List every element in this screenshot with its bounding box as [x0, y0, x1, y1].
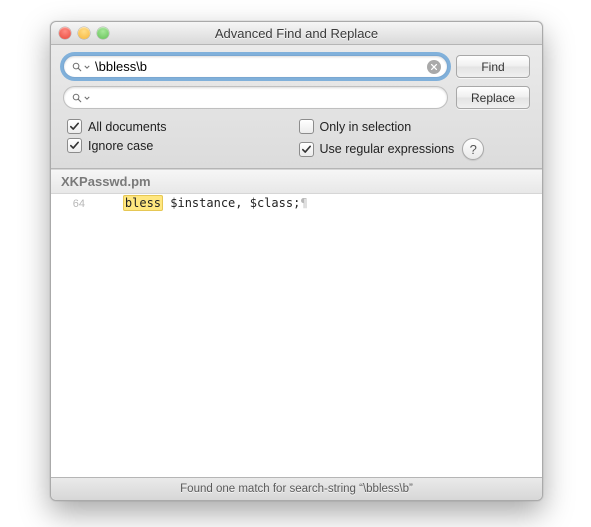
history-dropdown-icon[interactable] [83, 95, 91, 101]
replace-field[interactable] [63, 86, 448, 109]
checkbox-label: Ignore case [88, 139, 153, 153]
match-highlight: bless [123, 195, 163, 211]
only-in-selection-checkbox[interactable]: Only in selection [299, 119, 531, 134]
checkbox-icon [67, 119, 82, 134]
checkbox-icon [299, 142, 314, 157]
result-file-header[interactable]: XKPasswd.pm [51, 169, 542, 194]
all-documents-checkbox[interactable]: All documents [67, 119, 299, 134]
zoom-icon[interactable] [97, 27, 109, 39]
replace-button[interactable]: Replace [456, 86, 530, 109]
line-number: 64 [55, 198, 95, 210]
traffic-lights [51, 27, 109, 39]
find-field[interactable] [63, 55, 448, 78]
close-icon[interactable] [59, 27, 71, 39]
help-button[interactable]: ? [462, 138, 484, 160]
search-options: All documents Ignore case Only in select… [63, 117, 530, 160]
code-snippet: bless $instance, $class;¶ [95, 196, 308, 210]
status-text: Found one match for search-string “\bble… [180, 483, 413, 495]
ignore-case-checkbox[interactable]: Ignore case [67, 138, 299, 153]
minimize-icon[interactable] [78, 27, 90, 39]
checkbox-icon [299, 119, 314, 134]
question-icon: ? [470, 142, 477, 157]
result-line[interactable]: 64 bless $instance, $class;¶ [51, 194, 542, 212]
find-input[interactable] [91, 59, 427, 74]
checkbox-label: All documents [88, 120, 167, 134]
checkbox-label: Only in selection [320, 120, 412, 134]
replace-input[interactable] [91, 90, 441, 105]
use-regex-checkbox[interactable]: Use regular expressions [299, 142, 455, 157]
results-pane: XKPasswd.pm 64 bless $instance, $class;¶ [51, 169, 542, 477]
checkbox-label: Use regular expressions [320, 142, 455, 156]
search-icon[interactable] [70, 93, 84, 103]
titlebar: Advanced Find and Replace [51, 22, 542, 45]
find-replace-window: Advanced Find and Replace Find [50, 21, 543, 501]
window-title: Advanced Find and Replace [51, 26, 542, 41]
pilcrow-icon: ¶ [300, 196, 307, 210]
checkbox-icon [67, 138, 82, 153]
clear-icon[interactable] [427, 60, 441, 74]
find-button[interactable]: Find [456, 55, 530, 78]
status-bar: Found one match for search-string “\bble… [51, 477, 542, 500]
search-toolbar: Find Replace All documents [51, 45, 542, 169]
search-icon[interactable] [70, 62, 84, 72]
history-dropdown-icon[interactable] [83, 64, 91, 70]
